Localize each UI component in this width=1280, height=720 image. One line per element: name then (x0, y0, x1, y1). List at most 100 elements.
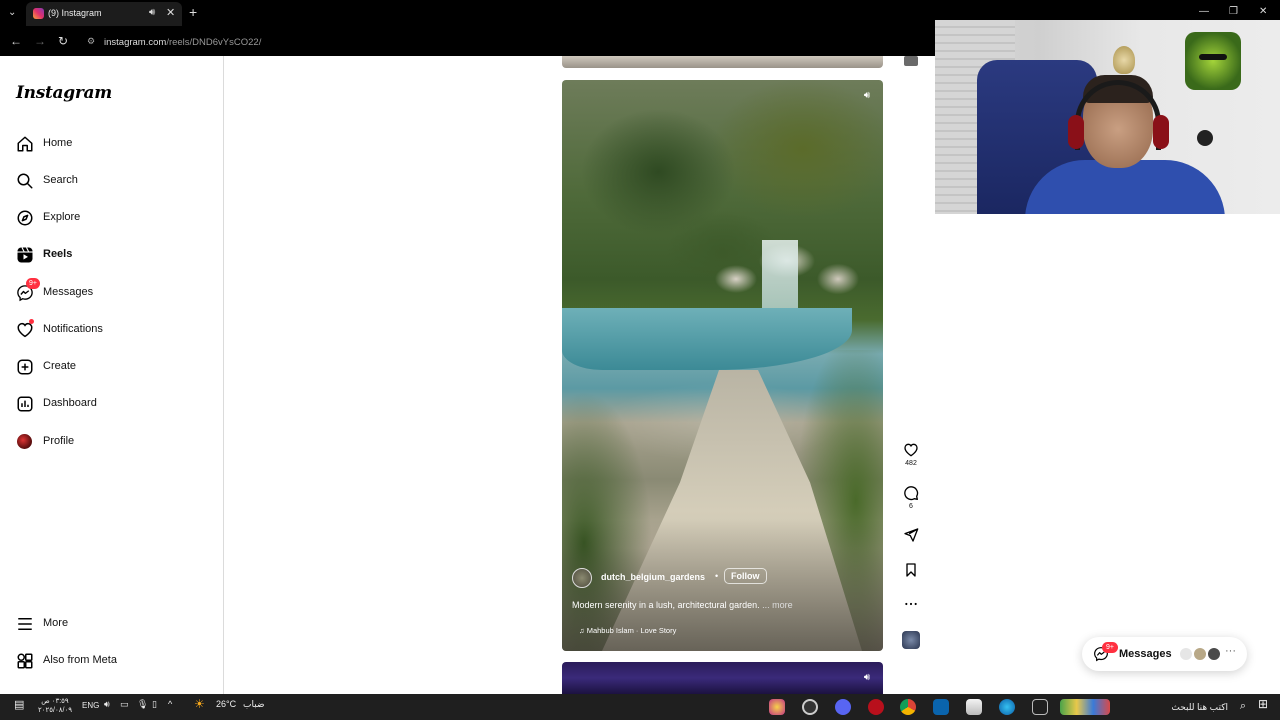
caption-more-link[interactable]: ... more (762, 600, 793, 610)
site-info-icon[interactable]: ⚙ (87, 36, 97, 46)
wall-logo-image (1185, 32, 1241, 90)
wall-crest-image (1113, 46, 1135, 74)
author-avatar[interactable] (572, 568, 592, 588)
instagram-logo[interactable]: Instagram (16, 83, 112, 103)
weather-temperature[interactable]: 26°C (216, 699, 236, 709)
notification-dot (29, 319, 34, 324)
next-reel[interactable]: 🔊︎ (562, 662, 883, 694)
language-indicator[interactable]: ENG (82, 701, 99, 710)
instagram-sidebar: Instagram Home Search Explore Reels 9+ M… (0, 56, 224, 694)
sidebar-item-label: Also from Meta (43, 654, 117, 666)
weather-icon: ☀︎ (194, 697, 205, 711)
back-icon[interactable]: ← (10, 34, 22, 48)
sidebar-item-search[interactable]: Search (16, 170, 206, 194)
avatar (1179, 647, 1193, 661)
share-button[interactable] (899, 527, 923, 543)
network-icon[interactable]: ▭ (120, 699, 129, 710)
send-icon (904, 528, 919, 542)
avatar (1207, 647, 1221, 661)
sidebar-item-explore[interactable]: Explore (16, 207, 206, 231)
edge-app-icon[interactable] (999, 699, 1015, 715)
more-dots-icon (905, 602, 917, 606)
app-icon[interactable] (868, 699, 884, 715)
sidebar-item-also-from-meta[interactable]: Also from Meta (16, 650, 206, 674)
microphone (1197, 130, 1213, 146)
sidebar-item-profile[interactable]: Profile (16, 431, 206, 455)
music-note-icon: ♫ (579, 626, 587, 635)
headset-ear-right (1153, 115, 1169, 149)
restore-icon[interactable]: ❐ (1229, 6, 1238, 17)
widgets-image[interactable] (1060, 699, 1110, 715)
save-button[interactable] (899, 562, 923, 578)
sound-toggle-icon[interactable]: 🔊︎ (860, 89, 874, 103)
sidebar-item-more[interactable]: More (16, 613, 206, 637)
bar-chart-icon (17, 396, 33, 412)
reels-icon (17, 247, 33, 263)
sidebar-item-dashboard[interactable]: Dashboard (16, 393, 206, 417)
audio-thumbnail[interactable] (902, 631, 920, 649)
search-icon: ⌕ (1239, 700, 1246, 712)
microphone-icon[interactable]: 🎙︎ (137, 699, 148, 710)
url-field[interactable]: instagram.com/reels/DND6vYsCO22/ (104, 37, 261, 48)
windows-start-icon[interactable]: ⊞ (1258, 697, 1268, 711)
volume-icon[interactable]: 🔊︎ (104, 699, 110, 710)
minimize-icon[interactable]: — (1199, 6, 1209, 17)
reel-actions: 482 6 (899, 56, 923, 656)
sidebar-item-label: Create (43, 360, 77, 372)
bookmark-icon (906, 563, 916, 577)
comment-button[interactable]: 6 (899, 485, 923, 510)
device-icon[interactable]: ▯ (152, 699, 157, 710)
tray-chevron-icon[interactable]: ^ (168, 699, 172, 709)
sound-toggle-icon[interactable]: 🔊︎ (860, 671, 874, 685)
audio-title: Mahbub Islam · Love Story (586, 626, 677, 635)
browser-tab[interactable]: (9) Instagram 🔊︎ ✕ (26, 2, 182, 26)
heart-icon (904, 443, 918, 457)
sidebar-item-label: Explore (43, 211, 81, 223)
taskbar-search[interactable]: اكتب هنا للبحث ⌕ (1150, 698, 1250, 716)
tab-title: (9) Instagram (48, 8, 102, 18)
store-app-icon[interactable] (966, 699, 982, 715)
messages-badge: 9+ (26, 278, 40, 289)
sidebar-item-home[interactable]: Home (16, 133, 206, 157)
weather-description[interactable]: ضباب (243, 699, 265, 710)
notifications-icon[interactable]: ▤ (14, 698, 24, 711)
reload-icon[interactable]: ↻ (58, 34, 68, 48)
author-username[interactable]: dutch_belgium_gardens (601, 572, 705, 582)
sidebar-item-messages[interactable]: 9+ Messages (16, 278, 206, 306)
reel-audio[interactable]: ♫ Mahbub Islam · Love Story (579, 626, 676, 635)
discord-app-icon[interactable] (835, 699, 851, 715)
sidebar-item-create[interactable]: Create (16, 356, 206, 380)
forward-icon[interactable]: → (34, 34, 46, 48)
follow-button[interactable]: Follow (724, 568, 767, 584)
headset-ear-left (1068, 115, 1084, 149)
tab-search-chevron-icon[interactable]: ⌄ (8, 7, 20, 19)
outlook-app-icon[interactable] (933, 699, 949, 715)
obs-app-icon[interactable] (802, 699, 818, 715)
comment-count: 6 (909, 503, 913, 510)
instagram-app-icon[interactable] (769, 699, 785, 715)
chrome-app-icon[interactable] (900, 699, 916, 715)
clock-date: ٢٠٢٥/٠٨/٠٩ (38, 707, 72, 714)
wall-logo-detail (1199, 54, 1227, 60)
sidebar-item-reels[interactable]: Reels (16, 244, 206, 268)
search-icon (17, 173, 33, 189)
sidebar-item-notifications[interactable]: Notifications (16, 319, 206, 343)
tab-audio-icon[interactable]: 🔊︎ (149, 7, 155, 18)
like-button[interactable]: 482 (899, 442, 923, 467)
task-view-icon[interactable] (1032, 699, 1048, 715)
close-window-icon[interactable]: ✕ (1259, 6, 1267, 17)
tab-close-icon[interactable]: ✕ (166, 6, 175, 19)
url-domain: instagram.com (104, 37, 167, 48)
system-clock[interactable]: ٠٣:٥٩ ص ٢٠٢٥/٠٨/٠٩ (38, 697, 72, 715)
sidebar-item-label: Messages (43, 286, 94, 298)
previous-reel[interactable] (562, 56, 883, 68)
search-placeholder: اكتب هنا للبحث (1171, 702, 1228, 712)
sidebar-item-label: More (43, 617, 69, 629)
reel-waterfall (762, 240, 798, 310)
sidebar-item-label: Profile (43, 435, 75, 447)
reel-video[interactable]: 🔊︎ dutch_belgium_gardens • Follow Modern… (562, 80, 883, 651)
new-tab-button[interactable]: + (189, 4, 197, 20)
more-options-button[interactable] (899, 596, 923, 612)
floating-messages-button[interactable]: 9+ Messages ··· (1082, 637, 1247, 671)
avatar (1193, 647, 1207, 661)
